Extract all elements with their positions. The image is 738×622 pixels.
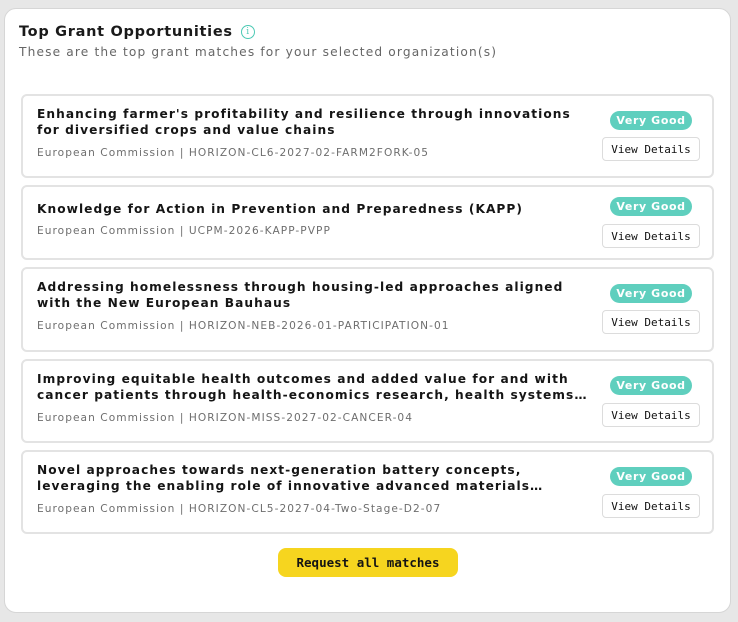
- panel-header: Top Grant Opportunities i These are the …: [19, 23, 716, 59]
- grant-meta: European Commission | HORIZON-MISS-2027-…: [37, 412, 414, 424]
- panel-subtitle: These are the top grant matches for your…: [19, 45, 498, 59]
- view-details-button[interactable]: View Details: [602, 494, 700, 518]
- view-details-button[interactable]: View Details: [602, 403, 700, 427]
- grant-opportunities-panel: Top Grant Opportunities i These are the …: [4, 8, 731, 613]
- grant-card: Enhancing farmer's profitability and res…: [21, 94, 714, 178]
- match-rating-badge: Very Good: [610, 197, 692, 216]
- grant-card: Addressing homelessness through housing-…: [21, 267, 714, 352]
- grant-title: Novel approaches towards next-generation…: [37, 463, 531, 493]
- grant-title: Improving equitable health outcomes and …: [37, 372, 575, 402]
- panel-title: Top Grant Opportunities: [19, 24, 233, 40]
- view-details-button[interactable]: View Details: [602, 224, 700, 248]
- grant-card: Novel approaches towards next-generation…: [21, 450, 714, 534]
- grant-meta: European Commission | HORIZON-CL5-2027-0…: [37, 503, 442, 515]
- request-all-matches-button[interactable]: Request all matches: [278, 548, 458, 577]
- match-rating-badge: Very Good: [610, 111, 692, 130]
- match-rating-badge: Very Good: [610, 284, 692, 303]
- grant-title: Knowledge for Action in Prevention and P…: [37, 202, 524, 216]
- view-details-button[interactable]: View Details: [602, 137, 700, 161]
- match-rating-badge: Very Good: [610, 467, 692, 486]
- match-rating-badge: Very Good: [610, 376, 692, 395]
- grant-meta: European Commission | HORIZON-CL6-2027-0…: [37, 147, 430, 159]
- info-icon[interactable]: i: [240, 25, 255, 39]
- title-row: Top Grant Opportunities i: [19, 23, 716, 41]
- view-details-button[interactable]: View Details: [602, 310, 700, 334]
- grant-meta: European Commission | UCPM-2026-KAPP-PVP…: [37, 225, 331, 237]
- grant-card: Improving equitable health outcomes and …: [21, 359, 714, 443]
- grant-title: Addressing homelessness through housing-…: [37, 280, 564, 310]
- grant-title: Enhancing farmer's profitability and res…: [37, 107, 571, 137]
- grant-card: Knowledge for Action in Prevention and P…: [21, 185, 714, 260]
- grant-meta: European Commission | HORIZON-NEB-2026-0…: [37, 320, 450, 332]
